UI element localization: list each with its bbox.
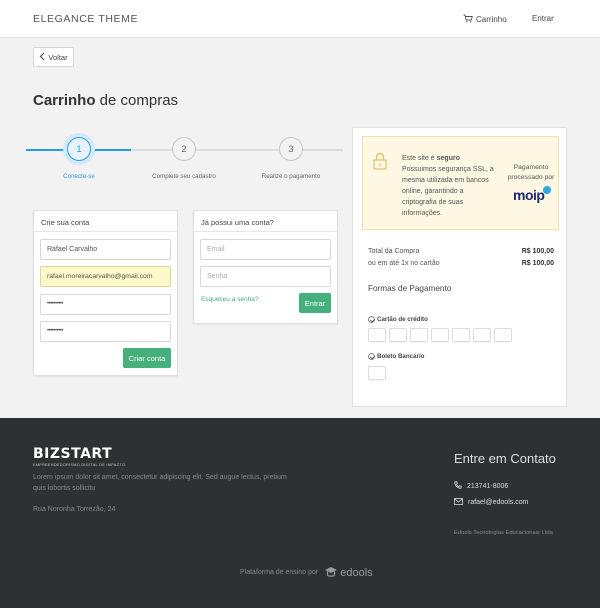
step-1-label: Conecte-se: [63, 173, 95, 180]
password-field[interactable]: ••••••••••: [40, 294, 171, 315]
step-remaining-line: [131, 149, 343, 151]
moip-logo: moip: [513, 187, 545, 203]
contact-phone[interactable]: 213741-8006: [454, 481, 508, 491]
total-row: Total da Compra R$ 100,00: [368, 248, 554, 255]
company-name: Edools Tecnologias Educacionais Ltda: [454, 530, 553, 536]
top-header: ELEGANCE THEME Carrinho Entrar: [0, 0, 600, 38]
signup-card: Crie sua conta Rafael Carvalho rafael.mo…: [33, 210, 178, 376]
card-brand-slot[interactable]: [494, 328, 512, 342]
back-label: Voltar: [48, 52, 68, 62]
contact-email[interactable]: rafael@edools.com: [454, 498, 528, 507]
step-2-circle: 2: [172, 137, 196, 161]
nav-cart-link[interactable]: Carrinho: [463, 14, 507, 25]
card-brand-slot[interactable]: [452, 328, 470, 342]
lock-icon: [373, 152, 387, 175]
login-button[interactable]: Entrar: [299, 293, 331, 313]
processed-by-caption: Pagamento processado por: [507, 164, 555, 181]
credit-card-option[interactable]: Cartão de crédito: [368, 316, 428, 323]
boleto-label: Boleto Bancário: [377, 353, 425, 360]
installment-label: ou em até 1x no cartão: [368, 260, 440, 267]
nav-cart-label: Carrinho: [476, 15, 507, 24]
security-line1-bold: seguro: [436, 155, 460, 162]
footer: BIZSTART EMPREENDEDORISMO DIGITAL DE IMP…: [0, 418, 600, 608]
boleto-option[interactable]: Boleto Bancário: [368, 353, 424, 360]
footer-address: Rua Noronha Torrezão, 24: [33, 506, 116, 513]
page-title-bold: Carrinho: [33, 92, 96, 109]
powered-by-label: Plataforma de ensino por: [240, 569, 319, 576]
card-brand-slot[interactable]: [389, 328, 407, 342]
check-circle-icon: [368, 353, 375, 360]
checkout-steps: 1 Conecte-se 2 Complete seu cadastro 3 R…: [26, 133, 343, 183]
payment-methods-title: Formas de Pagamento: [368, 284, 452, 293]
footer-logo-name: BIZSTART: [33, 446, 113, 462]
total-label: Total da Compra: [368, 248, 420, 255]
boleto-slot[interactable]: [368, 366, 386, 380]
moip-logo-mark: [543, 186, 551, 194]
login-email-field[interactable]: Email: [200, 239, 331, 260]
login-card: Já possui uma conta? Email Senha Esquece…: [193, 210, 338, 324]
step-3-label: Realize o pagamento: [261, 173, 321, 180]
card-brand-slot[interactable]: [410, 328, 428, 342]
forgot-password-link[interactable]: Esqueceu a senha?: [201, 296, 258, 303]
total-value: R$ 100,00: [521, 248, 554, 255]
step-1-circle: 1: [67, 137, 91, 161]
chevron-left-icon: [39, 52, 45, 63]
installment-value: R$ 100,00: [521, 260, 554, 267]
back-button[interactable]: Voltar: [33, 47, 74, 67]
order-summary-panel: Este site é seguro Possuimos segurança S…: [352, 127, 567, 407]
phone-icon: [454, 481, 462, 491]
cart-icon: [463, 14, 473, 25]
nav-login-link[interactable]: Entrar: [532, 14, 554, 23]
footer-logo: BIZSTART EMPREENDEDORISMO DIGITAL DE IMP…: [33, 446, 125, 467]
step-3-circle: 3: [279, 137, 303, 161]
brand-name[interactable]: ELEGANCE THEME: [33, 13, 138, 25]
login-password-field[interactable]: Senha: [200, 266, 331, 287]
login-heading: Já possui uma conta?: [194, 211, 337, 232]
name-field[interactable]: Rafael Carvalho: [40, 239, 171, 260]
email-field[interactable]: rafael.moreiracarvalho@gmail.com: [40, 266, 171, 287]
phone-number: 213741-8006: [467, 482, 509, 490]
installment-row: ou em até 1x no cartão R$ 100,00: [368, 260, 554, 267]
security-text: Este site é seguro Possuimos segurança S…: [402, 153, 494, 219]
footer-logo-tagline: EMPREENDEDORISMO DIGITAL DE IMPACTO: [33, 463, 126, 467]
security-line1: Este site é: [402, 155, 437, 162]
step-2-label: Complete seu cadastro: [152, 173, 216, 180]
contact-title: Entre em Contato: [454, 451, 556, 466]
page-title-rest: de compras: [95, 92, 179, 109]
footer-description: Lorem ipsum dolor sit amet, consectetur …: [33, 474, 287, 492]
contact-email-address: rafael@edools.com: [468, 499, 529, 506]
create-account-button[interactable]: Criar conta: [123, 348, 171, 368]
card-brand-slot[interactable]: [431, 328, 449, 342]
powered-by[interactable]: Plataforma de ensino por edools: [240, 566, 373, 579]
card-brand-slot[interactable]: [473, 328, 491, 342]
security-rest: Possuimos segurança SSL, a mesma utiliza…: [402, 166, 494, 217]
page-title: Carrinho de compras: [33, 92, 178, 109]
password-confirm-field[interactable]: ••••••••••: [40, 321, 171, 342]
signup-heading: Crie sua conta: [34, 211, 177, 232]
check-circle-icon: [368, 316, 375, 323]
edools-logo-text: edools: [340, 566, 373, 579]
envelope-icon: [454, 498, 463, 507]
edools-logo: edools: [324, 566, 373, 579]
card-brand-slot[interactable]: [368, 328, 386, 342]
credit-card-label: Cartão de crédito: [377, 316, 428, 323]
security-notice: Este site é seguro Possuimos segurança S…: [362, 136, 559, 230]
